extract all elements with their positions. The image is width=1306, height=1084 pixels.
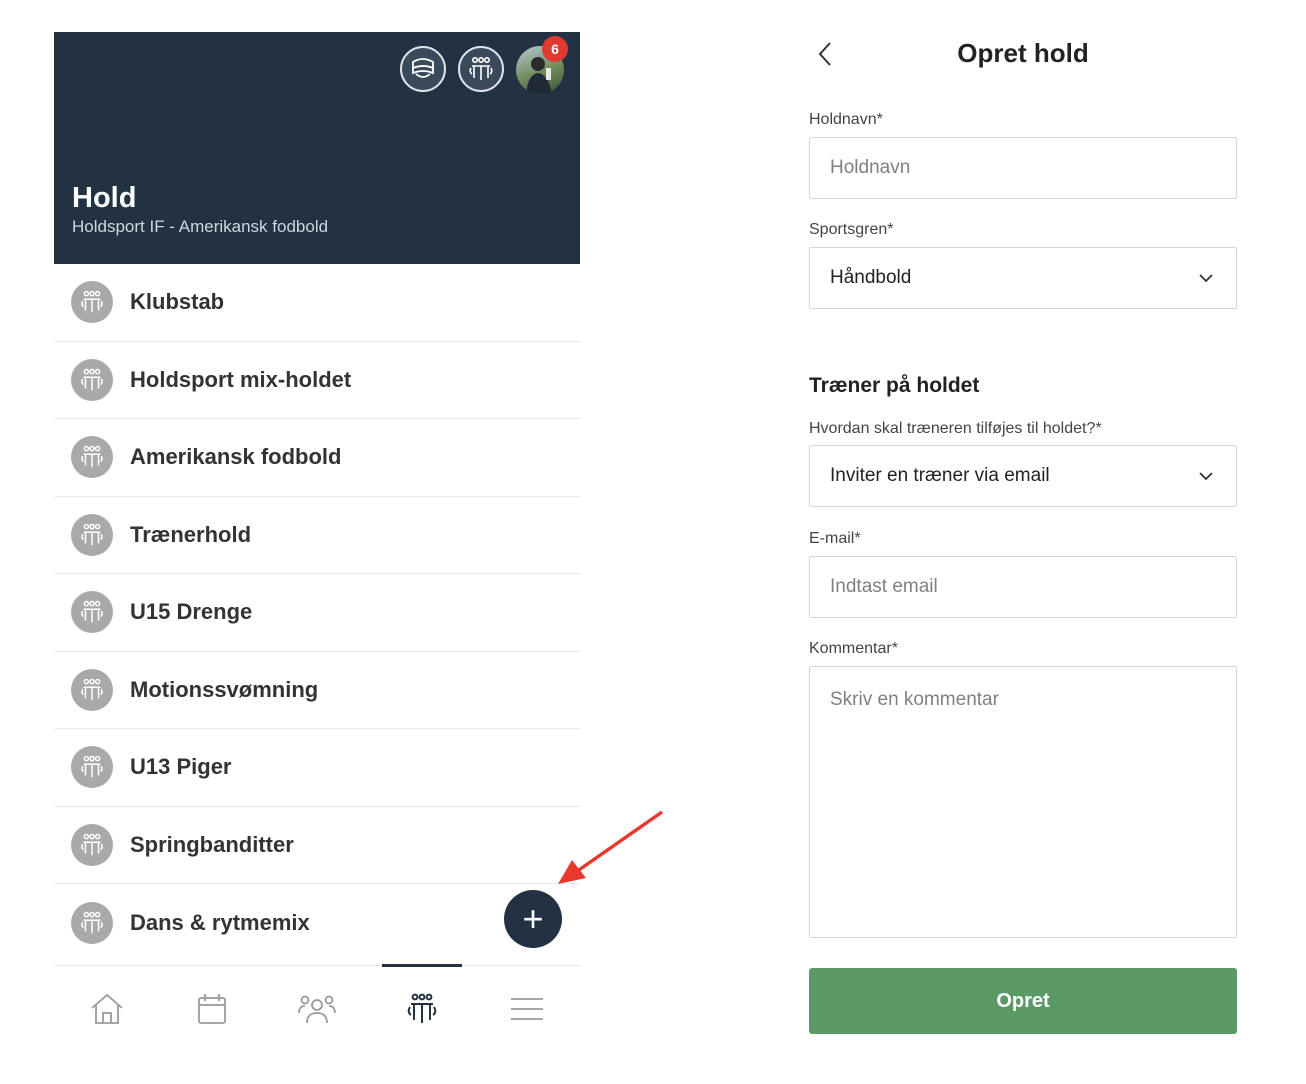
- team-icon: [71, 436, 113, 479]
- menu-icon: [511, 998, 544, 1020]
- create-button[interactable]: Opret: [809, 968, 1237, 1034]
- comment-label: Kommentar*: [809, 640, 898, 657]
- teams-header: 6 Hold Holdsport IF - Amerikansk fodbold: [54, 32, 580, 264]
- team-name: Holdsport mix-holdet: [130, 366, 352, 392]
- page-title: Opret hold: [957, 38, 1089, 68]
- sport-value: Håndbold: [830, 267, 912, 288]
- team-icon: [71, 513, 113, 556]
- calendar-icon: [197, 994, 226, 1024]
- page-title: Hold: [72, 182, 137, 214]
- tab-menu[interactable]: [475, 966, 580, 1052]
- team-list: Klubstab Holdsport mix-holdet Amerikansk…: [54, 264, 580, 962]
- list-item[interactable]: U13 Piger: [54, 729, 580, 807]
- teams-screen: 6 Hold Holdsport IF - Amerikansk fodbold…: [54, 32, 580, 1052]
- comment-textarea[interactable]: Skriv en kommentar: [809, 666, 1237, 938]
- create-team-screen: Opret hold Holdnavn* Holdnavn Sportsgren…: [809, 30, 1237, 1040]
- list-item[interactable]: U15 Drenge: [54, 574, 580, 652]
- team-name-placeholder: Holdnavn: [830, 157, 911, 178]
- notification-badge: 6: [542, 36, 568, 62]
- sport-select[interactable]: Håndbold: [809, 247, 1237, 309]
- add-method-value: Inviter en træner via email: [830, 465, 1050, 486]
- tab-calendar[interactable]: [159, 966, 264, 1052]
- team-icon: [71, 668, 113, 711]
- list-item[interactable]: Trænerhold: [54, 497, 580, 574]
- club-badge-icon[interactable]: [400, 46, 446, 92]
- team-icon: [71, 746, 113, 789]
- list-item[interactable]: Dans & rytmemix: [54, 884, 580, 962]
- add-method-select[interactable]: Inviter en træner via email: [809, 445, 1237, 507]
- team-name-field[interactable]: Holdnavn: [809, 137, 1237, 199]
- list-item[interactable]: Holdsport mix-holdet: [54, 342, 580, 419]
- team-icon: [71, 591, 113, 634]
- home-icon: [91, 993, 123, 1024]
- team-name: Amerikansk fodbold: [130, 444, 342, 470]
- tab-bar: [54, 964, 580, 1052]
- tab-teams[interactable]: [370, 964, 475, 1052]
- team-icon: [71, 281, 113, 324]
- add-method-label: Hvordan skal træneren tilføjes til holde…: [809, 420, 1102, 437]
- email-label: E-mail*: [809, 530, 861, 547]
- members-icon: [298, 995, 336, 1024]
- list-item[interactable]: Motionssvømning: [54, 652, 580, 729]
- avatar[interactable]: 6: [516, 36, 568, 94]
- add-team-button[interactable]: +: [504, 890, 562, 948]
- tab-home[interactable]: [54, 966, 159, 1052]
- coach-section-heading: Træner på holdet: [809, 374, 980, 397]
- header-icons: 6: [400, 36, 568, 94]
- team-icon: [71, 901, 113, 944]
- team-name: U15 Drenge: [130, 599, 253, 625]
- comment-placeholder: Skriv en kommentar: [830, 689, 999, 710]
- team-name: Springbanditter: [130, 831, 294, 857]
- pointer-arrow-icon: [558, 810, 664, 884]
- list-item[interactable]: Amerikansk fodbold: [54, 419, 580, 497]
- chevron-down-icon: [1199, 274, 1213, 283]
- list-item[interactable]: Klubstab: [54, 264, 580, 342]
- team-icon: [71, 823, 113, 866]
- team-name-label: Holdnavn*: [809, 111, 883, 128]
- chevron-down-icon: [1199, 472, 1213, 481]
- team-name: Trænerhold: [130, 521, 252, 547]
- team-name: U13 Piger: [130, 754, 232, 780]
- team-icon[interactable]: [458, 46, 504, 92]
- team-name: Dans & rytmemix: [130, 909, 310, 935]
- team-icon: [71, 358, 113, 401]
- page-subtitle: Holdsport IF - Amerikansk fodbold: [72, 217, 329, 236]
- sport-label: Sportsgren*: [809, 221, 894, 238]
- plus-icon: +: [522, 898, 544, 939]
- team-name: Klubstab: [130, 289, 225, 315]
- list-item[interactable]: Springbanditter: [54, 807, 580, 884]
- email-field[interactable]: Indtast email: [809, 556, 1237, 618]
- teams-icon: [407, 993, 437, 1023]
- team-name: Motionssvømning: [130, 676, 319, 702]
- email-placeholder: Indtast email: [830, 576, 938, 597]
- tab-members[interactable]: [264, 966, 369, 1052]
